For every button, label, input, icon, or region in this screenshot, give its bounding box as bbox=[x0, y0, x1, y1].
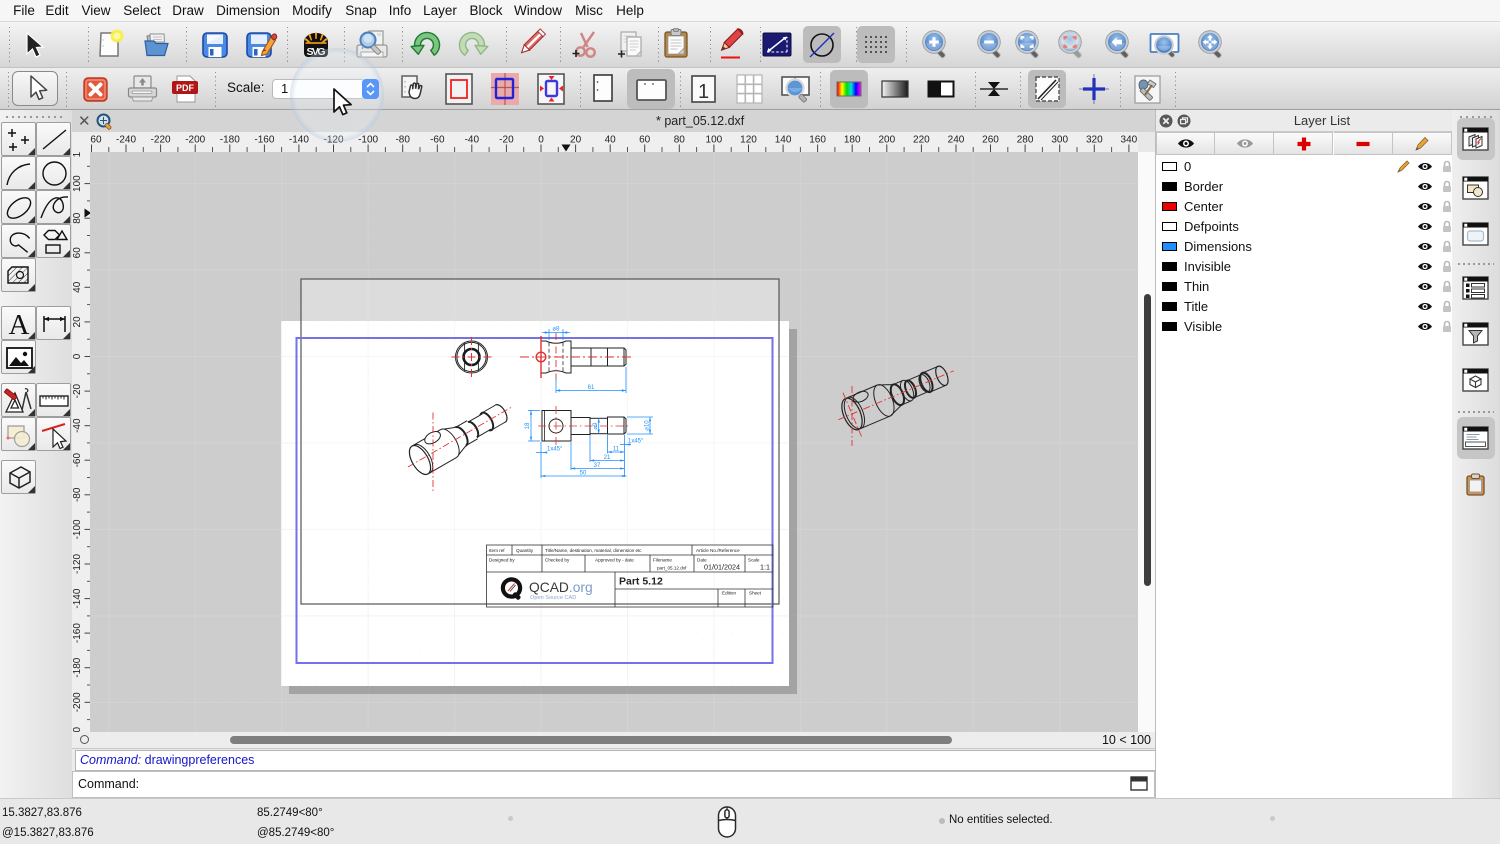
svg-text:37: 37 bbox=[594, 463, 601, 469]
svg-text:60: 60 bbox=[72, 247, 83, 259]
svg-text:11: 11 bbox=[613, 446, 620, 452]
svg-text:180: 180 bbox=[844, 135, 861, 146]
svg-text:0: 0 bbox=[538, 135, 544, 146]
svg-text:-160: -160 bbox=[254, 135, 274, 146]
svg-text:QCAD.org: QCAD.org bbox=[529, 580, 593, 595]
svg-text:⌀8: ⌀8 bbox=[553, 327, 561, 333]
svg-text:-20: -20 bbox=[72, 383, 83, 398]
svg-text:60: 60 bbox=[639, 135, 651, 146]
svg-text:Approved by - date: Approved by - date bbox=[595, 558, 634, 563]
svg-text:⌀10: ⌀10 bbox=[645, 420, 651, 431]
svg-text:-100: -100 bbox=[358, 135, 378, 146]
svg-text:⌀9: ⌀9 bbox=[593, 422, 599, 430]
svg-text:40: 40 bbox=[72, 281, 83, 293]
svg-text:-240: -240 bbox=[116, 135, 136, 146]
svg-text:100: 100 bbox=[706, 135, 723, 146]
svg-text:20: 20 bbox=[72, 316, 83, 328]
svg-text:1x45°: 1x45° bbox=[547, 447, 563, 453]
svg-text:120: 120 bbox=[72, 152, 83, 157]
svg-text:240: 240 bbox=[948, 135, 965, 146]
svg-text:-80: -80 bbox=[395, 135, 410, 146]
svg-text:320: 320 bbox=[1086, 135, 1103, 146]
svg-text:-100: -100 bbox=[72, 519, 83, 539]
svg-text:Title/Name, destination, mater: Title/Name, destination, material, dimen… bbox=[545, 548, 642, 553]
svg-text:-200: -200 bbox=[185, 135, 205, 146]
svg-text:Item ref: Item ref bbox=[489, 548, 505, 553]
svg-text:Quantity: Quantity bbox=[516, 548, 534, 553]
svg-text:-60: -60 bbox=[430, 135, 445, 146]
svg-text:Open Source CAD: Open Source CAD bbox=[530, 595, 576, 601]
svg-text:260: 260 bbox=[982, 135, 999, 146]
svg-text:80: 80 bbox=[674, 135, 686, 146]
svg-text:61: 61 bbox=[588, 385, 595, 391]
svg-text:340: 340 bbox=[1121, 135, 1138, 146]
svg-text:300: 300 bbox=[1051, 135, 1068, 146]
svg-text:-40: -40 bbox=[465, 135, 480, 146]
svg-text:-20: -20 bbox=[499, 135, 514, 146]
svg-text:-200: -200 bbox=[72, 692, 83, 712]
svg-text:-140: -140 bbox=[72, 588, 83, 608]
svg-text:PDF: PDF bbox=[176, 83, 195, 93]
svg-text:1:1: 1:1 bbox=[760, 563, 770, 572]
svg-text:120: 120 bbox=[740, 135, 757, 146]
svg-text:160: 160 bbox=[809, 135, 826, 146]
svg-text:280: 280 bbox=[1017, 135, 1034, 146]
svg-text:-120: -120 bbox=[72, 554, 83, 574]
svg-text:Article No./Reference: Article No./Reference bbox=[696, 548, 740, 553]
svg-text:1x45°: 1x45° bbox=[628, 439, 644, 445]
svg-text:part_05.12.dxf: part_05.12.dxf bbox=[657, 566, 687, 571]
svg-text:220: 220 bbox=[913, 135, 930, 146]
svg-text:21: 21 bbox=[604, 455, 611, 461]
svg-text:Sheet: Sheet bbox=[749, 591, 762, 596]
svg-text:A: A bbox=[8, 309, 29, 341]
svg-text:-160: -160 bbox=[72, 623, 83, 643]
svg-text:-80: -80 bbox=[72, 487, 83, 502]
svg-text:-260: -260 bbox=[90, 135, 102, 146]
svg-text:-180: -180 bbox=[220, 135, 240, 146]
svg-text:100: 100 bbox=[72, 175, 83, 192]
svg-text:140: 140 bbox=[775, 135, 792, 146]
svg-text:-180: -180 bbox=[72, 657, 83, 677]
svg-text:-140: -140 bbox=[289, 135, 309, 146]
svg-text:-40: -40 bbox=[72, 418, 83, 433]
svg-text:Checked by: Checked by bbox=[545, 558, 570, 563]
svg-text:Designed by: Designed by bbox=[489, 558, 515, 563]
svg-text:Scale: Scale bbox=[748, 558, 760, 563]
svg-text:18: 18 bbox=[525, 422, 531, 429]
svg-text:Part 5.12: Part 5.12 bbox=[619, 576, 663, 588]
svg-text:Edition: Edition bbox=[722, 591, 736, 596]
svg-text:200: 200 bbox=[878, 135, 895, 146]
svg-text:01/01/2024: 01/01/2024 bbox=[704, 563, 740, 572]
svg-text:40: 40 bbox=[605, 135, 617, 146]
svg-text:1: 1 bbox=[698, 81, 709, 103]
svg-text:-60: -60 bbox=[72, 453, 83, 468]
svg-text:50: 50 bbox=[580, 470, 587, 476]
svg-text:Filename: Filename bbox=[653, 558, 672, 563]
svg-text:20: 20 bbox=[570, 135, 582, 146]
svg-text:-220: -220 bbox=[151, 135, 171, 146]
svg-text:0: 0 bbox=[72, 353, 83, 359]
svg-text:80: 80 bbox=[72, 212, 83, 224]
